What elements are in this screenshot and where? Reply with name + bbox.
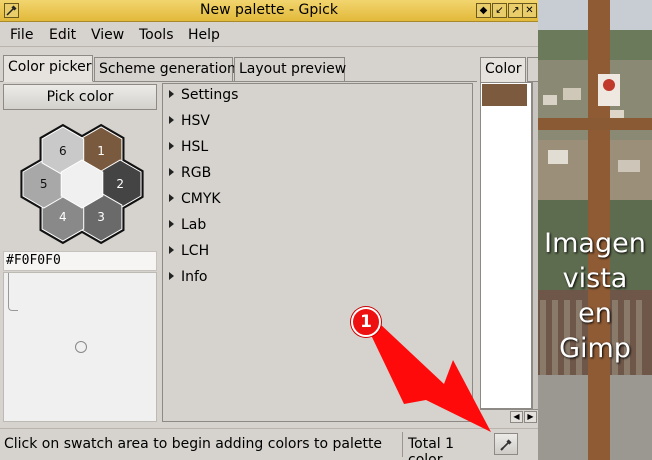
expand-arrow-icon [169,272,174,280]
color-zoom-area[interactable] [3,272,157,422]
status-message: Click on swatch area to begin adding col… [4,436,383,452]
scroll-right-icon[interactable]: ▶ [524,411,537,423]
overlay-caption-line-2: vista [562,263,628,294]
expander-lch[interactable]: LCH [169,243,209,267]
title-bar[interactable]: New palette - Gpick ◆ ↙ ↗ ✕ [0,0,538,22]
expander-label: Lab [181,217,207,233]
palette-column-header-2[interactable] [527,57,538,82]
zoom-corner-marker [8,273,18,311]
tab-color-picker[interactable]: Color picker [3,55,93,82]
hex-swatch-label: 4 [59,210,67,224]
menu-tools[interactable]: Tools [139,27,174,43]
pin-icon[interactable]: ◆ [476,3,491,18]
hex-swatch-label: 2 [116,177,124,191]
expand-arrow-icon [169,90,174,98]
status-bar: Click on swatch area to begin adding col… [0,428,538,460]
expander-lab[interactable]: Lab [169,217,206,241]
expand-arrow-icon [169,142,174,150]
maximize-icon[interactable]: ↗ [508,3,523,18]
expander-hsl[interactable]: HSL [169,139,208,163]
overlay-caption-line-1: Imagen [544,228,646,259]
expander-hsv[interactable]: HSV [169,113,210,137]
status-total-colors: Total 1 color [402,432,492,460]
menu-file[interactable]: File [10,27,33,43]
palette-list[interactable] [480,82,532,409]
eyedropper-icon [500,439,512,451]
menu-view[interactable]: View [91,27,124,43]
expand-arrow-icon [169,168,174,176]
tab-layout-preview[interactable]: Layout preview [234,57,346,81]
tab-scheme-generation[interactable]: Scheme generation [94,57,236,81]
expand-arrow-icon [169,194,174,202]
expander-label: RGB [181,165,212,181]
hex-value-field[interactable]: #F0F0F0 [3,251,157,271]
swatch-hexagons[interactable]: 1 2 3 4 5 6 [0,112,160,250]
expander-label: Settings [181,87,239,103]
close-icon[interactable]: ✕ [522,3,537,18]
hex-swatch-label: 3 [97,210,105,224]
palette-horizontal-scrollbar[interactable]: ◀ ▶ [480,409,538,423]
menu-bar: File Edit View Tools Help [0,23,538,47]
overlay-caption-line-4: Gimp [559,333,631,364]
annotation-callout-badge: 1 [351,307,381,337]
color-settings-panel: Settings HSV HSL RGB CMYK Lab LCH Info [162,83,473,422]
gpick-window: New palette - Gpick ◆ ↙ ↗ ✕ File Edit Vi… [0,0,538,460]
hex-swatch-label: 5 [40,177,48,191]
expand-arrow-icon [169,220,174,228]
palette-column-header[interactable]: Color [480,57,526,82]
hex-swatch-label: 1 [97,144,105,158]
expand-arrow-icon [169,246,174,254]
expander-label: LCH [181,243,210,259]
expander-cmyk[interactable]: CMYK [169,191,221,215]
scroll-left-icon[interactable]: ◀ [510,411,523,423]
eyedropper-toggle-button[interactable] [494,433,518,455]
hex-swatch-label: 6 [59,144,67,158]
hexagon-grid[interactable]: 1 2 3 4 5 6 [0,112,160,250]
pick-color-button[interactable]: Pick color [3,84,157,110]
expander-label: CMYK [181,191,221,207]
expander-label: Info [181,269,208,285]
expander-settings[interactable]: Settings [169,87,238,111]
zoom-center-dot [75,341,87,353]
expander-label: HSV [181,113,210,129]
menu-help[interactable]: Help [188,27,220,43]
expander-label: HSL [181,139,209,155]
menu-edit[interactable]: Edit [49,27,76,43]
overlay-caption-line-3: en [578,298,612,329]
window-title: New palette - Gpick [200,2,338,18]
expander-rgb[interactable]: RGB [169,165,211,189]
expand-arrow-icon [169,116,174,124]
expander-info[interactable]: Info [169,269,208,293]
palette-vertical-scrollbar[interactable] [532,82,538,409]
palette-color-item[interactable] [482,84,527,106]
minimize-icon[interactable]: ↙ [492,3,507,18]
